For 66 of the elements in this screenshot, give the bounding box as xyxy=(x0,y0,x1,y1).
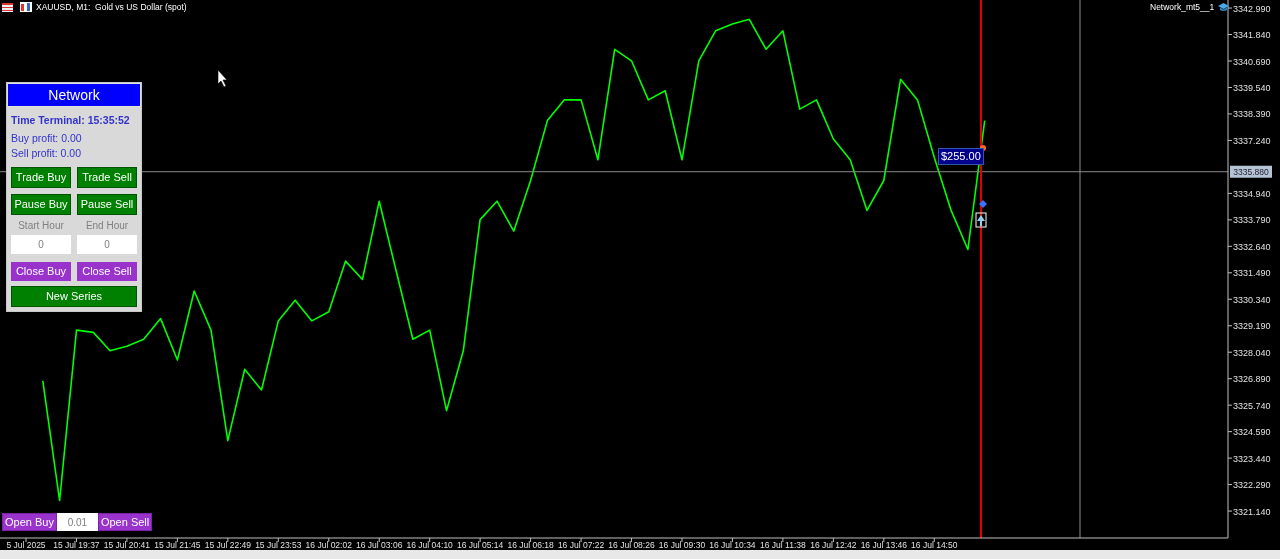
panel-button[interactable]: Pause Sell xyxy=(77,194,137,215)
time-tick-label: 16 Jul 10:34 xyxy=(709,540,756,550)
panel-button[interactable]: Trade Sell xyxy=(77,167,137,188)
hour-field[interactable]: 0 xyxy=(11,235,71,254)
time-tick-label: 16 Jul 03:06 xyxy=(356,540,403,550)
trade-arrow-icon xyxy=(975,212,987,228)
price-tick-label: 3339.540 xyxy=(1233,83,1271,93)
price-tick-label: 3341.840 xyxy=(1233,30,1271,41)
time-tick-label: 15 Jul 22:49 xyxy=(204,540,251,550)
lot-field[interactable]: 0.01 xyxy=(56,513,98,531)
graduation-cap-icon xyxy=(1218,2,1230,12)
time-tick-label: 16 Jul 14:50 xyxy=(911,540,958,550)
time-tick-label: 16 Jul 09:30 xyxy=(658,540,706,550)
hour-field[interactable]: 0 xyxy=(77,235,137,254)
time-tick-label: 16 Jul 08:26 xyxy=(608,540,655,550)
time-tick-label: 15 Jul 20:41 xyxy=(103,540,151,550)
time-tick-label: 16 Jul 04:10 xyxy=(406,540,453,550)
price-tick-label: 3322.290 xyxy=(1233,480,1271,491)
price-tick-label: 3323.440 xyxy=(1233,453,1271,464)
price-tick-label: 3324.590 xyxy=(1233,427,1271,438)
time-tick-label: 16 Jul 12:42 xyxy=(810,540,857,550)
time-tick-label: 16 Jul 11:38 xyxy=(760,540,806,550)
panel-button[interactable]: Trade Buy xyxy=(11,167,71,188)
close-button[interactable]: Close Sell xyxy=(77,262,137,281)
profit-label: $255.00 xyxy=(938,148,984,165)
time-tick-label: 16 Jul 13:46 xyxy=(860,540,907,550)
price-tick-label: 3340.690 xyxy=(1233,56,1271,67)
time-tick-label: 15 Jul 21:45 xyxy=(154,540,201,550)
price-tick-label: 3331.490 xyxy=(1233,268,1271,279)
time-tick-label: 16 Jul 06:18 xyxy=(507,540,554,550)
price-tick-label: 3342.990 xyxy=(1233,3,1271,14)
price-tick-label: 3333.790 xyxy=(1233,215,1271,226)
price-tick-label: 3332.640 xyxy=(1233,241,1271,252)
price-tick-label: 3325.740 xyxy=(1233,400,1271,411)
expert-name: Network_mt5__1 xyxy=(1150,1,1215,14)
time-tick-label: 16 Jul 02:02 xyxy=(305,540,352,550)
sell-profit: Sell profit: 0.00 xyxy=(11,146,83,161)
buy-profit: Buy profit: 0.00 xyxy=(11,131,83,146)
price-tick-label: 3330.340 xyxy=(1233,294,1271,305)
price-tick-label: 3328.040 xyxy=(1233,347,1271,358)
open-sell-button[interactable]: Open Sell xyxy=(97,513,153,531)
order-marker-icon xyxy=(979,200,987,208)
cursor-icon xyxy=(217,69,228,88)
price-tick-label: 3329.190 xyxy=(1233,321,1271,332)
time-tick-label: 16 Jul 05:14 xyxy=(457,540,504,550)
chart-title: XAUUSD, M1: Gold vs US Dollar (spot) xyxy=(36,1,187,14)
price-tick-label: 3337.240 xyxy=(1233,135,1271,146)
price-tick-label: 3321.140 xyxy=(1233,506,1271,517)
panel-title: Network xyxy=(7,83,141,107)
price-tick-label: 3334.940 xyxy=(1233,188,1271,199)
time-tick-label: 15 Jul 19:37 xyxy=(53,540,100,550)
new-series-button[interactable]: New Series xyxy=(11,286,137,307)
time-tick-label: 15 Jul 23:53 xyxy=(255,540,302,550)
time-tick-label: 16 Jul 07:22 xyxy=(557,540,605,550)
price-tick-label: 3326.890 xyxy=(1233,374,1271,385)
hour-label: End Hour xyxy=(85,219,129,233)
panel-button[interactable]: Pause Buy xyxy=(11,194,71,215)
crosshair-price-label: 3335.880 xyxy=(1230,165,1272,178)
chart-icon xyxy=(20,2,32,13)
table-icon xyxy=(2,2,13,12)
hour-label: Start Hour xyxy=(18,219,64,233)
price-tick-label: 3338.390 xyxy=(1233,109,1271,120)
time-terminal: Time Terminal: 15:35:52 xyxy=(11,113,131,128)
close-button[interactable]: Close Buy xyxy=(11,262,71,281)
open-buy-button[interactable]: Open Buy xyxy=(2,513,57,531)
time-tick-label: 5 Jul 2025 xyxy=(6,540,46,550)
